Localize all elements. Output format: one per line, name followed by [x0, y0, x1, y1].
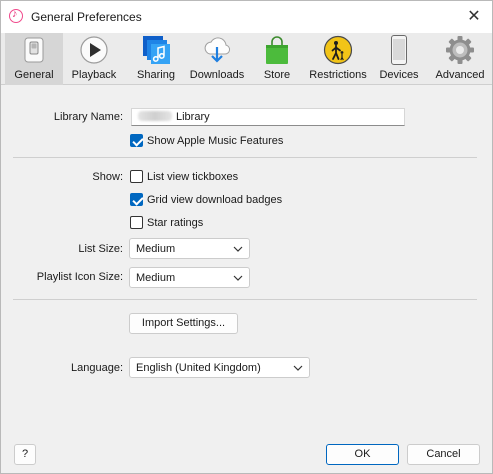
play-icon — [80, 36, 108, 64]
tab-advanced-label: Advanced — [435, 69, 485, 81]
list-size-select[interactable]: Medium — [129, 238, 250, 259]
list-size-value: Medium — [136, 243, 176, 255]
general-preferences-window: General Preferences ✕ General Playback — [0, 0, 493, 474]
preferences-toolbar: General Playback Sharing Downloads Store… — [1, 33, 492, 85]
phone-icon — [391, 35, 407, 65]
section-divider-1 — [13, 157, 477, 158]
gear-icon — [446, 36, 474, 64]
list-view-tickboxes-box[interactable] — [130, 170, 143, 183]
cancel-button[interactable]: Cancel — [407, 444, 480, 465]
tab-devices-label: Devices — [379, 69, 419, 81]
list-size-label: List Size: — [78, 243, 123, 255]
tab-downloads-label: Downloads — [189, 69, 245, 81]
show-apple-music-label: Show Apple Music Features — [147, 134, 284, 147]
chevron-down-icon — [233, 275, 243, 281]
section-divider-2 — [13, 299, 477, 300]
tab-general-label: General — [14, 69, 54, 81]
tab-devices[interactable]: Devices — [373, 33, 425, 85]
tab-store-label: Store — [263, 69, 291, 81]
star-ratings-checkbox[interactable]: Star ratings — [130, 216, 203, 229]
library-name-value: Library — [176, 111, 210, 123]
star-ratings-label: Star ratings — [147, 216, 204, 229]
cloud-download-icon — [204, 37, 231, 63]
tab-sharing-label: Sharing — [137, 69, 175, 81]
grid-view-badges-checkbox[interactable]: Grid view download badges — [130, 193, 282, 206]
itunes-app-icon — [9, 8, 23, 23]
list-view-tickboxes-checkbox[interactable]: List view tickboxes — [130, 170, 238, 183]
tab-restrictions[interactable]: Restrictions — [307, 33, 369, 85]
chevron-down-icon — [293, 365, 303, 371]
grid-view-badges-box[interactable] — [130, 193, 143, 206]
library-name-field[interactable]: Library — [131, 108, 405, 126]
chevron-down-icon — [233, 246, 243, 252]
playlist-icon-size-label: Playlist Icon Size: — [36, 271, 123, 283]
tab-advanced[interactable]: Advanced — [429, 33, 491, 85]
language-select[interactable]: English (United Kingdom) — [129, 357, 310, 378]
language-label: Language: — [71, 362, 123, 374]
music-library-icon — [143, 36, 170, 64]
show-apple-music-checkbox[interactable]: Show Apple Music Features — [130, 134, 283, 147]
tab-restrictions-label: Restrictions — [309, 69, 367, 81]
show-label: Show: — [92, 171, 123, 183]
list-view-tickboxes-label: List view tickboxes — [147, 170, 239, 183]
redacted-username — [138, 111, 172, 121]
grid-view-badges-label: Grid view download badges — [147, 193, 283, 206]
switch-icon — [24, 37, 44, 63]
help-button[interactable]: ? — [14, 444, 36, 465]
tab-sharing[interactable]: Sharing — [127, 33, 185, 85]
tab-playback-label: Playback — [71, 69, 117, 81]
language-value: English (United Kingdom) — [136, 362, 261, 374]
window-title: General Preferences — [31, 10, 142, 24]
playlist-icon-size-select[interactable]: Medium — [129, 267, 250, 288]
ok-button[interactable]: OK — [326, 444, 399, 465]
parental-restriction-icon — [323, 35, 353, 65]
tab-general[interactable]: General — [5, 33, 63, 85]
star-ratings-box[interactable] — [130, 216, 143, 229]
library-name-label: Library Name: — [53, 111, 123, 123]
title-bar: General Preferences ✕ — [1, 1, 492, 33]
import-settings-button[interactable]: Import Settings... — [129, 313, 238, 334]
tab-playback[interactable]: Playback — [65, 33, 123, 85]
tab-store[interactable]: Store — [251, 33, 303, 85]
show-apple-music-box[interactable] — [130, 134, 143, 147]
shopping-bag-icon — [266, 36, 288, 64]
close-button[interactable]: ✕ — [464, 7, 484, 27]
playlist-icon-size-value: Medium — [136, 272, 176, 284]
tab-downloads[interactable]: Downloads — [187, 33, 247, 85]
